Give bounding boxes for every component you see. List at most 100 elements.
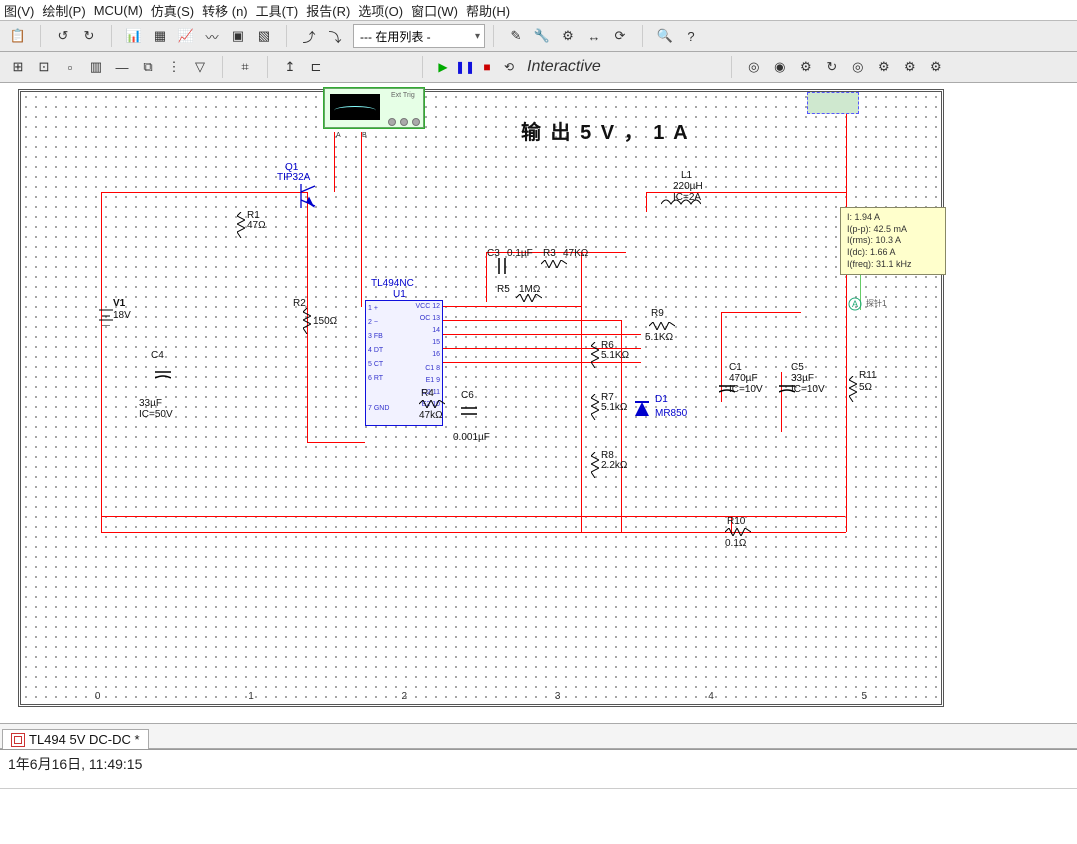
place-cap-icon[interactable]: ⊡ [32, 55, 56, 79]
view-misc-icon[interactable]: ▧ [252, 24, 276, 48]
sim-play-button[interactable]: ▶ [433, 57, 453, 77]
component-r10[interactable] [725, 528, 751, 536]
sim-opt6-icon[interactable]: ⚙ [872, 55, 896, 79]
inuse-list-dropdown[interactable]: --- 在用列表 - [353, 24, 485, 48]
sim-opt7-icon[interactable]: ⚙ [898, 55, 922, 79]
tab-tl494[interactable]: TL494 5V DC-DC * [2, 729, 149, 749]
sim-opt4-icon[interactable]: ↻ [820, 55, 844, 79]
grid-icon[interactable]: ⌗ [233, 55, 257, 79]
c5-name: C5 [791, 362, 804, 374]
current-probe-icon[interactable]: A [848, 297, 862, 311]
col-5: 5 [788, 691, 941, 702]
sim-opt5-icon[interactable]: ◎ [846, 55, 870, 79]
status-datetime: 1年6月16日, 11:49:15 [8, 756, 142, 772]
menu-trans[interactable]: 转移 (n) [202, 1, 248, 20]
component-c4[interactable] [155, 368, 171, 382]
hier-down-icon[interactable]: ⤵ [323, 24, 347, 48]
component-r3[interactable] [541, 260, 567, 268]
view-graph-icon[interactable]: 📈 [174, 24, 198, 48]
component-c6[interactable] [461, 404, 477, 418]
wrench-icon[interactable]: 🔧 [530, 24, 554, 48]
col-4: 4 [634, 691, 787, 702]
component-r2[interactable] [303, 308, 311, 334]
swap-icon[interactable]: ↔ [582, 24, 606, 48]
v1-value: 18V [113, 310, 131, 322]
sim-opt2-icon[interactable]: ◉ [768, 55, 792, 79]
r2-value: 150Ω [313, 316, 337, 328]
menu-mcu[interactable]: MCU(M) [94, 3, 143, 18]
menu-draw[interactable]: 绘制(P) [42, 1, 85, 20]
undo-icon[interactable]: ↺ [51, 24, 75, 48]
probe-row-0: I: 1.94 A [847, 212, 939, 224]
probe-row-3: I(dc): 1.66 A [847, 247, 939, 259]
r5-name: R5 [497, 284, 510, 296]
place-wire-icon[interactable]: — [110, 55, 134, 79]
c4-name: C4 [151, 350, 164, 362]
place-misc-icon[interactable]: ▫ [58, 55, 82, 79]
view-sheet-icon[interactable]: 📊 [122, 24, 146, 48]
menu-report[interactable]: 报告(R) [306, 1, 350, 20]
hier-up-icon[interactable]: ⤴ [297, 24, 321, 48]
place-gnd-icon[interactable]: ▽ [188, 55, 212, 79]
output-connector[interactable] [807, 92, 859, 114]
group-icon[interactable]: ⊏ [304, 55, 328, 79]
help-icon[interactable]: ? [679, 24, 703, 48]
sim-mode-label: Interactive [521, 58, 607, 76]
r10-value: 0.1Ω [725, 538, 746, 550]
sim-opt3-icon[interactable]: ⚙ [794, 55, 818, 79]
l1-name: L1 [681, 170, 692, 182]
probe-tooltip: I: 1.94 A I(p-p): 42.5 mA I(rms): 10.3 A… [840, 207, 946, 275]
view-wave-icon[interactable]: 〰 [200, 24, 224, 48]
place-bus-icon[interactable]: ⧉ [136, 55, 160, 79]
svg-text:A: A [852, 299, 858, 309]
schematic-canvas[interactable]: A B C D A B C D 输 出 5 V ， 1 A A B Ext Tr… [0, 83, 1077, 723]
component-r8[interactable] [591, 452, 599, 478]
menu-help[interactable]: 帮助(H) [466, 1, 510, 20]
component-r4[interactable] [419, 400, 445, 408]
edit-icon[interactable]: ✎ [504, 24, 528, 48]
c1-value: 470µF [729, 373, 758, 385]
place-ic-icon[interactable]: ⊞ [6, 55, 30, 79]
gear-icon[interactable]: ⚙ [556, 24, 580, 48]
place-net-icon[interactable]: ⋮ [162, 55, 186, 79]
component-r11[interactable] [849, 376, 857, 402]
c6-value: 0.001µF [453, 432, 490, 444]
rotate-icon[interactable]: ⟳ [608, 24, 632, 48]
sim-opt1-icon[interactable]: ◎ [742, 55, 766, 79]
view-grid-icon[interactable]: ▦ [148, 24, 172, 48]
scope-ext-trig-label: Ext Trig [391, 92, 415, 99]
r5-value: 1MΩ [519, 284, 540, 296]
document-tabs: TL494 5V DC-DC * [0, 723, 1077, 749]
component-r9[interactable] [649, 322, 675, 330]
c1-name: C1 [729, 362, 742, 374]
menu-view[interactable]: 图(V) [4, 1, 34, 20]
sim-stop-button[interactable]: ■ [477, 57, 497, 77]
menu-tools[interactable]: 工具(T) [256, 1, 299, 20]
status-bar: 1年6月16日, 11:49:15 [0, 749, 1077, 789]
component-v1[interactable] [99, 304, 113, 329]
menu-window[interactable]: 窗口(W) [411, 1, 458, 20]
r3-name: R3 [543, 248, 556, 260]
component-r7[interactable] [591, 394, 599, 420]
component-r6[interactable] [591, 342, 599, 368]
sim-step-button[interactable]: ⟲ [499, 57, 519, 77]
probe-row-1: I(p-p): 42.5 mA [847, 224, 939, 236]
paste-icon[interactable]: 📋 [6, 24, 30, 48]
component-c3[interactable] [495, 258, 509, 274]
v1-name: V1 [113, 298, 125, 310]
r8-value: 2.2kΩ [601, 460, 627, 472]
menu-options[interactable]: 选项(O) [358, 1, 403, 20]
component-r1[interactable] [237, 212, 245, 238]
sim-pause-button[interactable]: ❚❚ [455, 57, 475, 77]
schematic-sheet[interactable]: 输 出 5 V ， 1 A A B Ext Trig [18, 89, 944, 707]
place-res-icon[interactable]: ▥ [84, 55, 108, 79]
component-q1[interactable] [293, 184, 323, 211]
zoom-icon[interactable]: 🔍 [653, 24, 677, 48]
redo-icon[interactable]: ↻ [77, 24, 101, 48]
menu-sim[interactable]: 仿真(S) [151, 1, 194, 20]
col-0: 0 [21, 691, 174, 702]
view-tile-icon[interactable]: ▣ [226, 24, 250, 48]
align-icon[interactable]: ↥ [278, 55, 302, 79]
component-d1[interactable] [633, 400, 651, 421]
sim-settings-icon[interactable]: ⚙ [924, 55, 948, 79]
